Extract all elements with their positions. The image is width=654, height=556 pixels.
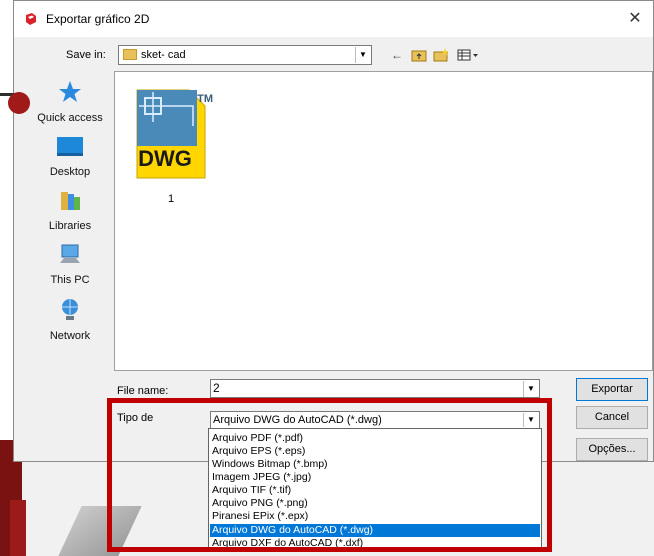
save-in-value: sket- cad <box>141 49 186 61</box>
file-type-option[interactable]: Arquivo DXF do AutoCAD (*.dxf) <box>210 537 540 550</box>
place-label: Desktop <box>49 166 91 178</box>
chevron-down-icon[interactable]: ▼ <box>523 381 538 397</box>
save-in-combo[interactable]: sket- cad ▼ <box>118 45 372 65</box>
network-icon <box>62 299 78 320</box>
title-bar: Exportar gráfico 2D ✕ <box>14 1 653 37</box>
trademark-text: TM <box>197 93 213 105</box>
export-button[interactable]: Exportar <box>576 378 648 401</box>
place-this-pc[interactable]: This PC <box>26 243 114 286</box>
file-type-option[interactable]: Arquivo EPS (*.eps) <box>210 445 540 458</box>
file-name-value: 2 <box>213 381 220 395</box>
dwg-file-icon: TM DWG <box>136 89 213 179</box>
options-button[interactable]: Opções... <box>576 438 648 461</box>
file-type-option[interactable]: Piranesi EPix (*.epx) <box>210 510 540 523</box>
up-folder-icon[interactable] <box>410 47 428 63</box>
new-folder-icon[interactable] <box>432 47 450 63</box>
chevron-down-icon[interactable]: ▼ <box>523 413 538 427</box>
libraries-icon <box>61 192 80 210</box>
view-menu-icon[interactable] <box>456 47 480 63</box>
file-type-option[interactable]: Arquivo PDF (*.pdf) <box>210 432 540 445</box>
close-icon[interactable]: ✕ <box>623 7 647 31</box>
file-type-label: Tipo de <box>117 412 154 424</box>
file-item[interactable]: TM DWG 1 <box>123 84 219 205</box>
export-dialog: Exportar gráfico 2D ✕ Save in: sket- cad… <box>13 0 654 462</box>
file-type-option[interactable]: Imagem JPEG (*.jpg) <box>210 471 540 484</box>
sketchup-icon <box>26 13 36 25</box>
place-quick-access[interactable]: Quick access <box>26 79 114 124</box>
background <box>0 0 14 440</box>
place-label: Network <box>49 330 91 342</box>
place-network[interactable]: Network <box>26 297 114 342</box>
place-label: Libraries <box>48 220 92 232</box>
file-type-option-selected[interactable]: Arquivo DWG do AutoCAD (*.dwg) <box>210 524 540 537</box>
star-icon <box>59 81 81 102</box>
cancel-button[interactable]: Cancel <box>576 406 648 429</box>
place-libraries[interactable]: Libraries <box>26 189 114 232</box>
chevron-down-icon[interactable]: ▼ <box>355 47 370 63</box>
place-label: Quick access <box>37 112 103 124</box>
file-list[interactable]: TM DWG 1 <box>114 71 653 371</box>
desktop-icon <box>57 137 83 156</box>
file-name-label: File name: <box>117 385 169 397</box>
places-bar: Quick access Desktop Libraries This PC N… <box>26 71 114 371</box>
folder-icon <box>123 49 137 60</box>
computer-icon <box>60 244 80 263</box>
file-name: 1 <box>167 193 175 205</box>
background-wall-shadow <box>10 500 26 556</box>
callout-marker <box>8 92 30 114</box>
file-type-value: Arquivo DWG do AutoCAD (*.dwg) <box>213 414 382 426</box>
back-arrow-icon[interactable]: ← <box>388 47 406 63</box>
save-in-label: Save in: <box>66 49 106 61</box>
file-type-select[interactable]: Arquivo DWG do AutoCAD (*.dwg) ▼ <box>210 411 540 429</box>
window-title: Exportar gráfico 2D <box>46 12 150 26</box>
file-type-option[interactable]: Arquivo TIF (*.tif) <box>210 484 540 497</box>
file-type-option[interactable]: Windows Bitmap (*.bmp) <box>210 458 540 471</box>
place-label: This PC <box>50 274 90 286</box>
file-type-dropdown[interactable]: Arquivo PDF (*.pdf) Arquivo EPS (*.eps) … <box>208 428 542 552</box>
dwg-badge-text: DWG <box>138 146 192 171</box>
place-desktop[interactable]: Desktop <box>26 135 114 178</box>
file-name-input[interactable]: 2 ▼ <box>210 379 540 398</box>
file-type-option[interactable]: Arquivo PNG (*.png) <box>210 497 540 510</box>
